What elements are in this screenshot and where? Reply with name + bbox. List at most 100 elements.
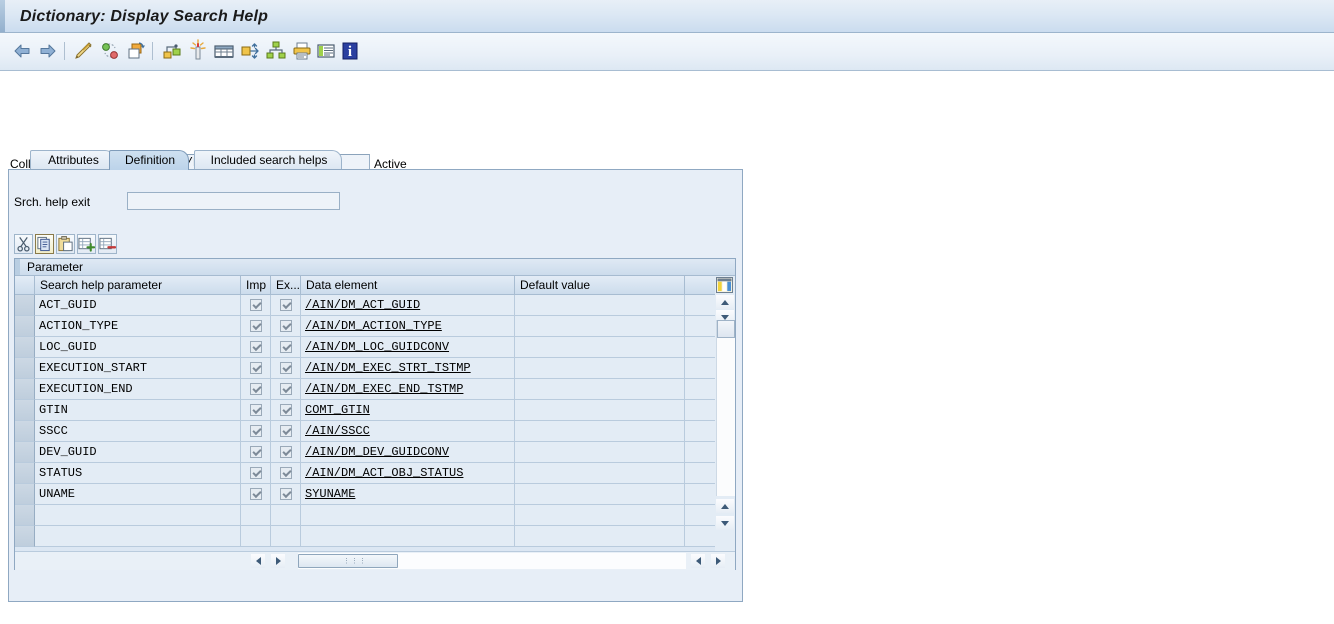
hscroll-far-left-icon[interactable] [691, 554, 705, 568]
scroll-page-down-icon[interactable] [716, 516, 734, 530]
back-arrow-icon[interactable] [10, 39, 34, 63]
cell-default-value[interactable] [515, 526, 685, 547]
checkbox-checked-icon[interactable] [279, 341, 292, 353]
insert-row-icon[interactable] [77, 234, 96, 254]
cell-import-checkbox[interactable] [241, 526, 271, 547]
table-row[interactable]: ACTION_TYPE/AIN/DM_ACTION_TYPE [15, 316, 735, 337]
row-selector[interactable] [15, 526, 35, 547]
data-element-link[interactable]: /AIN/DM_EXEC_END_TSTMP [305, 382, 463, 396]
cell-default-value[interactable] [515, 358, 685, 379]
checkbox-checked-icon[interactable] [279, 446, 292, 458]
checkbox-checked-icon[interactable] [249, 446, 262, 458]
grid-header-exp[interactable]: Ex... [271, 276, 301, 295]
table-row[interactable]: EXECUTION_START/AIN/DM_EXEC_STRT_TSTMP [15, 358, 735, 379]
cell-default-value[interactable] [515, 337, 685, 358]
cell-data-element[interactable]: /AIN/DM_DEV_GUIDCONV [301, 442, 515, 463]
grid-horizontal-scrollbar[interactable]: ⋮⋮⋮ [15, 551, 735, 570]
cell-import-checkbox[interactable] [241, 442, 271, 463]
table-row[interactable]: ACT_GUID/AIN/DM_ACT_GUID [15, 295, 735, 316]
cell-export-checkbox[interactable] [271, 484, 301, 505]
cell-data-element[interactable]: /AIN/DM_EXEC_STRT_TSTMP [301, 358, 515, 379]
hierarchy-icon[interactable] [160, 39, 184, 63]
cell-export-checkbox[interactable] [271, 358, 301, 379]
network-graphic-icon[interactable] [264, 39, 288, 63]
other-object-icon[interactable] [124, 39, 148, 63]
checkbox-checked-icon[interactable] [249, 488, 262, 500]
hscroll-right-icon[interactable] [271, 554, 285, 568]
srch-help-exit-input[interactable] [127, 192, 340, 210]
checkbox-checked-icon[interactable] [279, 467, 292, 479]
print-icon[interactable] [290, 39, 314, 63]
checkbox-checked-icon[interactable] [279, 383, 292, 395]
grid-header-select-all[interactable] [15, 276, 35, 295]
cell-export-checkbox[interactable] [271, 442, 301, 463]
cell-export-checkbox[interactable] [271, 526, 301, 547]
cell-export-checkbox[interactable] [271, 463, 301, 484]
database-object-icon[interactable] [212, 39, 236, 63]
activate-icon[interactable] [98, 39, 122, 63]
tab-definition[interactable]: Definition [109, 150, 189, 170]
table-row[interactable] [15, 505, 735, 526]
row-selector[interactable] [15, 358, 35, 379]
table-row[interactable]: DEV_GUID/AIN/DM_DEV_GUIDCONV [15, 442, 735, 463]
data-element-link[interactable]: SYUNAME [305, 487, 355, 501]
data-element-link[interactable]: /AIN/DM_ACTION_TYPE [305, 319, 442, 333]
cell-import-checkbox[interactable] [241, 295, 271, 316]
cell-search-help-parameter[interactable] [35, 526, 241, 547]
data-element-link[interactable]: /AIN/DM_EXEC_STRT_TSTMP [305, 361, 471, 375]
scroll-page-up-icon[interactable] [716, 499, 734, 513]
cell-default-value[interactable] [515, 421, 685, 442]
cell-default-value[interactable] [515, 379, 685, 400]
table-row[interactable]: GTIN COMT_GTIN [15, 400, 735, 421]
cell-search-help-parameter[interactable]: LOC_GUID [35, 337, 241, 358]
grid-header-default-value[interactable]: Default value [515, 276, 685, 295]
cell-search-help-parameter[interactable]: GTIN [35, 400, 241, 421]
test-wand-icon[interactable] [186, 39, 210, 63]
cell-import-checkbox[interactable] [241, 358, 271, 379]
table-row[interactable]: SSCC/AIN/SSCC [15, 421, 735, 442]
table-row[interactable]: STATUS/AIN/DM_ACT_OBJ_STATUS [15, 463, 735, 484]
column-config-icon[interactable] [716, 277, 733, 293]
cell-import-checkbox[interactable] [241, 484, 271, 505]
grid-vertical-scrollbar[interactable] [715, 276, 735, 551]
grid-header-data-element[interactable]: Data element [301, 276, 515, 295]
checkbox-checked-icon[interactable] [249, 383, 262, 395]
cell-data-element[interactable]: SYUNAME [301, 484, 515, 505]
cell-search-help-parameter[interactable] [35, 505, 241, 526]
checkbox-checked-icon[interactable] [279, 320, 292, 332]
scrollbar-thumb[interactable] [717, 320, 735, 338]
checkbox-checked-icon[interactable] [279, 404, 292, 416]
checkbox-checked-icon[interactable] [249, 299, 262, 311]
cell-search-help-parameter[interactable]: ACTION_TYPE [35, 316, 241, 337]
cell-search-help-parameter[interactable]: DEV_GUID [35, 442, 241, 463]
cell-import-checkbox[interactable] [241, 421, 271, 442]
table-row[interactable]: UNAME SYUNAME [15, 484, 735, 505]
cell-data-element[interactable] [301, 526, 515, 547]
cell-import-checkbox[interactable] [241, 316, 271, 337]
cell-data-element[interactable]: /AIN/SSCC [301, 421, 515, 442]
table-row[interactable] [15, 526, 735, 547]
checkbox-checked-icon[interactable] [279, 488, 292, 500]
display-change-icon[interactable] [72, 39, 96, 63]
cell-export-checkbox[interactable] [271, 379, 301, 400]
checkbox-checked-icon[interactable] [249, 362, 262, 374]
row-selector[interactable] [15, 463, 35, 484]
data-element-link[interactable]: /AIN/DM_LOC_GUIDCONV [305, 340, 449, 354]
cell-import-checkbox[interactable] [241, 400, 271, 421]
hscroll-left-icon[interactable] [251, 554, 265, 568]
hscrollbar-thumb[interactable]: ⋮⋮⋮ [298, 554, 398, 568]
tab-included-search-helps[interactable]: Included search helps [194, 150, 342, 170]
delete-row-icon[interactable] [98, 234, 117, 254]
cell-data-element[interactable]: /AIN/DM_EXEC_END_TSTMP [301, 379, 515, 400]
row-selector[interactable] [15, 400, 35, 421]
row-selector[interactable] [15, 505, 35, 526]
cell-search-help-parameter[interactable]: ACT_GUID [35, 295, 241, 316]
data-element-link[interactable]: COMT_GTIN [305, 403, 370, 417]
cell-data-element[interactable]: /AIN/DM_ACT_OBJ_STATUS [301, 463, 515, 484]
row-selector[interactable] [15, 337, 35, 358]
cell-import-checkbox[interactable] [241, 337, 271, 358]
cell-data-element[interactable] [301, 505, 515, 526]
checkbox-checked-icon[interactable] [249, 404, 262, 416]
checkbox-checked-icon[interactable] [249, 467, 262, 479]
cell-import-checkbox[interactable] [241, 379, 271, 400]
